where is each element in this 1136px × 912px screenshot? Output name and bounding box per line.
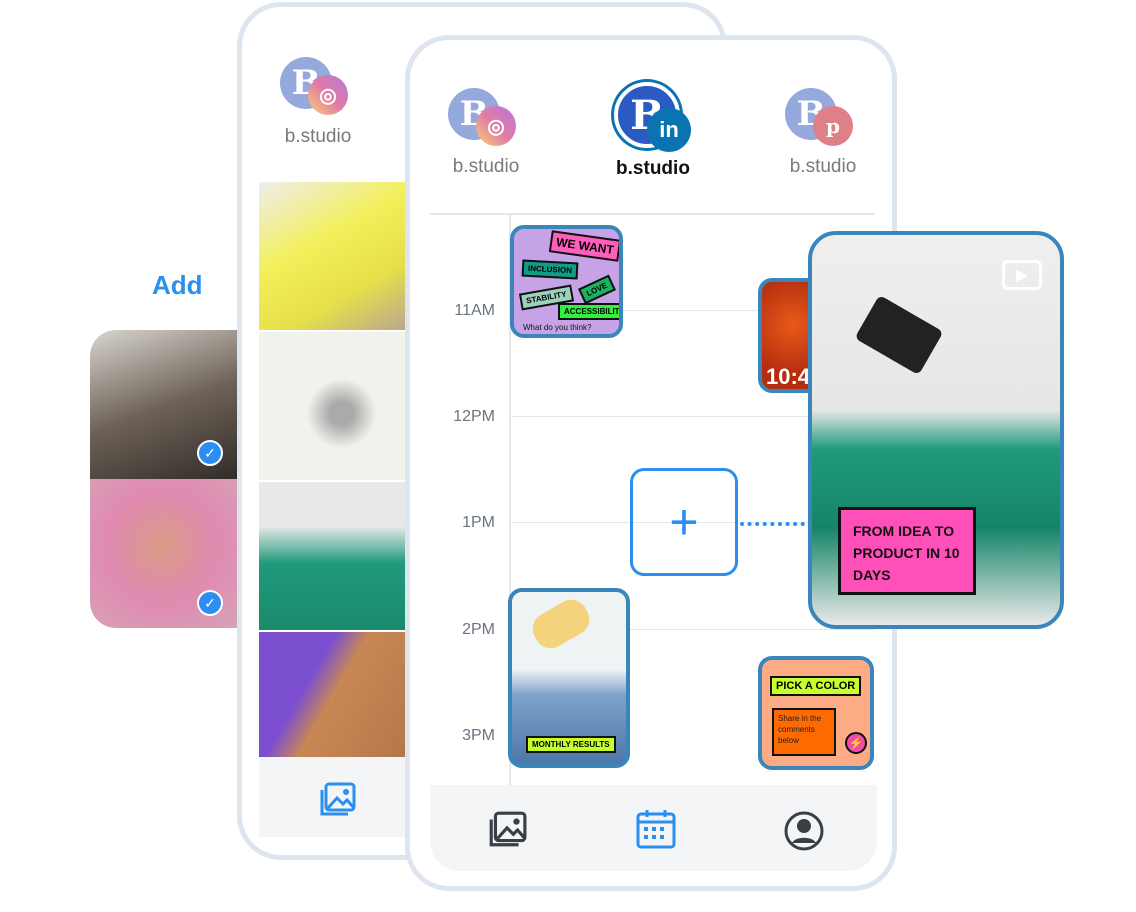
- gallery-icon[interactable]: [487, 810, 527, 855]
- instagram-icon: ◎: [308, 75, 348, 115]
- account-label: b.studio: [284, 126, 352, 147]
- tag: LOVE: [577, 274, 616, 305]
- profile-icon[interactable]: [783, 810, 825, 857]
- photo-magazine[interactable]: [259, 182, 409, 330]
- instagram-icon: ◎: [476, 106, 516, 146]
- account-label: b.studio: [452, 156, 520, 177]
- time-label: 3PM: [462, 727, 495, 744]
- tag-title: WE WANT: [548, 230, 619, 262]
- post-monthly-results[interactable]: MONTHLY RESULTS: [508, 588, 630, 768]
- tag: INCLUSION: [521, 259, 579, 280]
- account-label: b.studio: [789, 156, 857, 177]
- post-pick-a-color[interactable]: PICK A COLOR Share in the comments below…: [758, 656, 874, 770]
- selected-photos: [90, 330, 250, 628]
- post-we-want[interactable]: WE WANT INCLUSION LOVE STABILITY ACCESSI…: [510, 225, 623, 338]
- photo-woman-white[interactable]: [259, 332, 409, 480]
- check-icon[interactable]: ✓: [197, 440, 223, 466]
- video-duration: 10:4: [766, 364, 811, 389]
- time-label: 2PM: [462, 621, 495, 638]
- pinterest-icon: p: [813, 106, 853, 146]
- time-label: 1PM: [462, 514, 495, 531]
- post-caption: What do you think?: [523, 323, 592, 332]
- photo-office[interactable]: [90, 330, 250, 479]
- calendar-icon[interactable]: [635, 808, 677, 855]
- time-label: 12PM: [453, 408, 495, 425]
- add-label[interactable]: Add: [152, 270, 203, 301]
- add-post-button[interactable]: +: [630, 468, 738, 576]
- play-icon[interactable]: ▶: [1002, 260, 1042, 290]
- tag: ACCESSIBILITY: [558, 303, 619, 320]
- post-video-big[interactable]: ▶ FROM IDEA TO PRODUCT IN 10 DAYS: [808, 231, 1064, 629]
- check-icon[interactable]: ✓: [197, 590, 223, 616]
- account-label: b.studio: [616, 158, 690, 179]
- linkedin-icon: in: [647, 108, 691, 152]
- bolt-icon: ⚡: [845, 732, 867, 754]
- video-overlay-text: FROM IDEA TO PRODUCT IN 10 DAYS: [838, 507, 976, 595]
- phone-in-hand: [854, 294, 944, 376]
- post-label: MONTHLY RESULTS: [526, 736, 616, 753]
- photo-desk[interactable]: [259, 632, 409, 757]
- divider: [430, 213, 875, 215]
- photo-portrait-pink[interactable]: [90, 479, 250, 628]
- photo-green-pants[interactable]: [259, 482, 409, 630]
- post-title: PICK A COLOR: [770, 676, 862, 696]
- post-body: Share in the comments below: [772, 708, 836, 756]
- sneakers: [526, 593, 596, 655]
- gallery-icon[interactable]: [318, 782, 356, 818]
- time-label: 11AM: [454, 302, 495, 319]
